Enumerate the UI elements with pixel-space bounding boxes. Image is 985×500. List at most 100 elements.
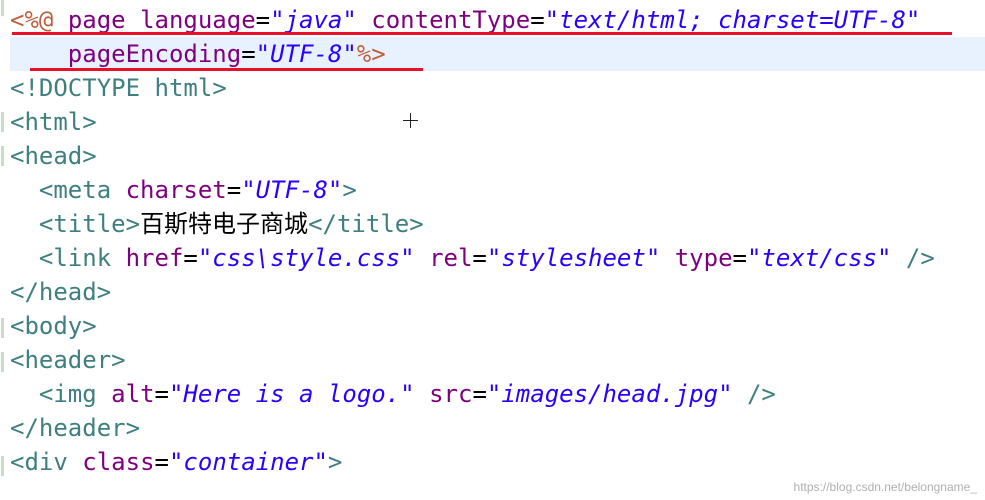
- gutter-change-marker: [1, 352, 4, 372]
- code-line[interactable]: <div class="container">: [10, 445, 985, 479]
- code-token-punct: >: [111, 346, 126, 374]
- gutter-change-marker: [1, 0, 4, 16]
- code-editor[interactable]: <%@ page language="java" contentType="te…: [0, 0, 985, 500]
- code-token-text: =: [732, 244, 747, 272]
- code-token-attr: src: [429, 380, 473, 408]
- red-underline-annotation: [30, 68, 423, 71]
- code-token-attr: rel: [429, 244, 473, 272]
- code-token-val: "Here is a logo.": [168, 380, 415, 408]
- code-token-punct: </: [10, 414, 39, 442]
- code-token-attr: language: [140, 6, 256, 34]
- code-token-text: =: [472, 244, 487, 272]
- code-token-punct: />: [746, 380, 776, 408]
- code-token-val: "images/head.jpg": [486, 380, 733, 408]
- code-token-punct: >: [327, 448, 343, 476]
- code-token-val: "UTF-8": [241, 176, 343, 204]
- code-token-tag: img: [53, 380, 97, 408]
- code-token-punct: >: [212, 74, 227, 102]
- code-line[interactable]: </head>: [10, 275, 985, 309]
- code-token-tag: title: [336, 210, 410, 238]
- code-token-punct: <!: [10, 74, 39, 102]
- code-token-attr: page: [67, 6, 126, 34]
- gutter-change-marker: [1, 456, 4, 476]
- code-token-val: "container": [168, 448, 328, 476]
- code-line[interactable]: <meta charset="UTF-8">: [10, 173, 985, 207]
- code-line[interactable]: <link href="css\style.css" rel="styleshe…: [10, 241, 985, 275]
- code-token-text: =: [226, 176, 242, 204]
- code-token-punct: </: [10, 278, 39, 306]
- code-line[interactable]: <html>: [10, 105, 985, 139]
- code-token-val: "UTF-8": [255, 40, 357, 68]
- code-token-punct: <: [10, 108, 25, 136]
- code-token-punct: >: [82, 142, 97, 170]
- code-token-tag: header: [38, 414, 126, 442]
- code-line[interactable]: <img alt="Here is a logo." src="images/h…: [10, 377, 985, 411]
- code-token-tag: div: [24, 448, 68, 476]
- code-token-tag: head: [24, 142, 83, 170]
- code-token-punct: >: [82, 108, 97, 136]
- code-token-punct: >: [82, 312, 97, 340]
- gutter-change-marker: [1, 318, 4, 338]
- code-token-attr: class: [82, 448, 155, 476]
- code-token-text: =: [241, 40, 256, 68]
- code-token-tag: html: [154, 74, 213, 102]
- code-token-text: =: [183, 244, 198, 272]
- code-token-punct: <: [38, 380, 54, 408]
- code-token-punct: <: [10, 346, 25, 374]
- red-underline-annotation: [12, 32, 952, 35]
- gutter-change-marker: [1, 112, 4, 132]
- code-token-val: "text/css": [746, 244, 892, 272]
- code-token-attr: contentType: [371, 6, 531, 34]
- code-token-punct: <: [38, 176, 54, 204]
- code-token-val: "java": [270, 6, 357, 34]
- code-token-text: =: [472, 380, 487, 408]
- code-token-tag: DOCTYPE: [38, 74, 141, 102]
- code-line[interactable]: <head>: [10, 139, 985, 173]
- code-token-tag: link: [53, 244, 112, 272]
- code-token-attr: alt: [111, 380, 155, 408]
- watermark: https://blog.csdn.net/belongname_: [793, 480, 977, 494]
- code-token-punct: <: [10, 312, 25, 340]
- code-line[interactable]: <!DOCTYPE html>: [10, 71, 985, 105]
- code-line[interactable]: </header>: [10, 411, 985, 445]
- code-token-tag: meta: [53, 176, 112, 204]
- code-token-punct: <: [10, 142, 25, 170]
- code-token-tag: body: [24, 312, 83, 340]
- code-token-jsp: %>: [356, 40, 386, 68]
- code-token-attr: href: [125, 244, 184, 272]
- code-line[interactable]: <header>: [10, 343, 985, 377]
- crosshair-cursor-icon: [403, 113, 418, 128]
- code-token-punct: >: [125, 210, 141, 238]
- code-token-punct: </: [308, 210, 337, 238]
- code-token-tag: title: [53, 210, 126, 238]
- code-line[interactable]: <body>: [10, 309, 985, 343]
- code-token-punct: <: [10, 448, 25, 476]
- code-token-tag: header: [24, 346, 112, 374]
- code-line[interactable]: <title>百斯特电子商城</title>: [10, 207, 985, 241]
- code-token-punct: >: [342, 176, 357, 204]
- code-token-attr: type: [674, 244, 733, 272]
- code-token-punct: >: [96, 278, 112, 306]
- code-token-attr: charset: [125, 176, 227, 204]
- code-line[interactable]: pageEncoding="UTF-8"%>: [10, 37, 985, 71]
- code-token-punct: >: [125, 414, 141, 442]
- code-token-val: "css\style.css": [197, 244, 415, 272]
- code-token-attr: pageEncoding: [67, 40, 242, 68]
